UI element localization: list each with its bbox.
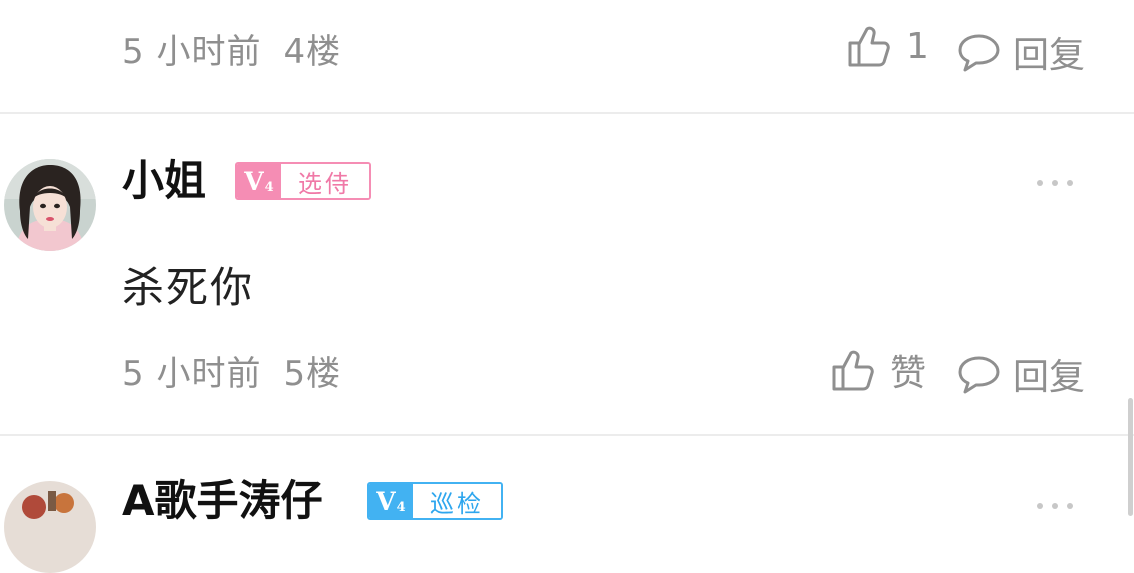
comment-meta: 5 小时前 4楼 (122, 24, 341, 73)
level-mark: V4 (369, 484, 413, 518)
dot-icon (1052, 503, 1058, 509)
like-button[interactable]: 赞 (830, 344, 926, 396)
comment-floor: 4楼 (283, 32, 342, 72)
badge-title: 选侍 (281, 164, 369, 198)
avatar-image (4, 481, 96, 573)
avatar-image (4, 159, 96, 251)
comment-floor: 5楼 (283, 354, 342, 394)
comment-text: 杀死你 (122, 263, 255, 312)
scrollbar[interactable] (1128, 398, 1133, 516)
avatar[interactable] (4, 159, 96, 251)
speech-bubble-icon (958, 34, 1000, 72)
badge-title: 巡检 (413, 484, 501, 518)
divider (0, 434, 1134, 436)
like-label: 赞 (890, 353, 927, 394)
speech-bubble-icon (958, 356, 1000, 394)
dot-icon (1037, 180, 1043, 186)
username[interactable]: 小姐 (122, 160, 206, 202)
reply-label: 回复 (1013, 35, 1086, 76)
dot-icon (1067, 503, 1073, 509)
thumbs-up-icon (848, 26, 890, 67)
level-badge: V4 选侍 (235, 162, 371, 200)
level-badge: V4 巡检 (367, 482, 503, 520)
dot-icon (1067, 180, 1073, 186)
reply-button[interactable]: 回复 (957, 26, 1085, 78)
reply-button[interactable]: 回复 (957, 348, 1085, 400)
dot-icon (1052, 180, 1058, 186)
divider (0, 112, 1134, 114)
like-count: 1 (906, 25, 929, 67)
more-options-button[interactable] (1037, 180, 1073, 186)
comment-meta: 5 小时前 5楼 (122, 346, 341, 395)
like-button[interactable]: 1 (846, 23, 929, 69)
comment-time: 5 小时前 (122, 32, 262, 72)
comment-time: 5 小时前 (122, 354, 262, 394)
level-mark: V4 (237, 164, 281, 198)
username[interactable]: A歌手涛仔 (122, 480, 323, 522)
more-options-button[interactable] (1037, 503, 1073, 509)
reply-label: 回复 (1013, 357, 1086, 398)
dot-icon (1037, 503, 1043, 509)
thumbs-up-icon (832, 350, 874, 391)
avatar[interactable] (4, 481, 96, 573)
